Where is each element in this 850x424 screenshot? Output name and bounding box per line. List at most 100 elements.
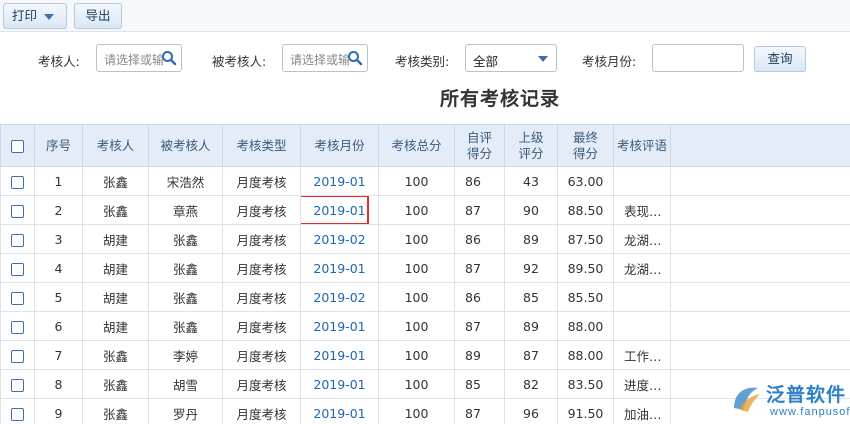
search-icon[interactable] (347, 50, 363, 66)
print-label: 打印 (12, 8, 38, 23)
row-checkbox[interactable] (11, 407, 24, 421)
cell-comment: 龙湖项目这个月打款效果不错，... (613, 224, 671, 254)
type-label: 考核类别: (395, 54, 450, 69)
cell-self-score: 86 (454, 282, 505, 312)
header-seq: 序号 (34, 124, 83, 167)
row-checkbox-cell[interactable] (0, 282, 35, 312)
month-link[interactable]: 2019-01 (313, 319, 365, 334)
cell-self-score: 87 (454, 311, 505, 341)
cell-superior-score: 90 (504, 195, 558, 225)
header-final-score: 最终 得分 (557, 124, 614, 167)
table-row[interactable]: 7张鑫李婷月度考核 2019-01 100898788.00工作完成得不错，季度优秀… (0, 340, 850, 370)
query-button[interactable]: 查询 (754, 46, 806, 72)
table-row[interactable]: 1 张鑫 宋浩然 月度考核 2019-01 100 86 43 63.00 (0, 166, 850, 196)
cell-assessor: 张鑫 (82, 340, 149, 370)
cell-seq: 2 (34, 195, 83, 225)
table-row[interactable]: 3胡建张鑫月度考核 2019-02 100868987.50龙湖项目这个月打款效果不… (0, 224, 850, 254)
table-row[interactable]: 6 胡建 张鑫 月度考核 2019-01 100 87 89 88.00 (0, 311, 850, 341)
cell-total: 100 (378, 398, 455, 424)
select-all-checkbox[interactable] (11, 139, 24, 153)
row-checkbox-cell[interactable] (0, 398, 35, 424)
table-row[interactable]: 4胡建张鑫月度考核 2019-01 100879289.50龙湖项目的款项催促下个月… (0, 253, 850, 283)
month-link[interactable]: 2019-01 (313, 174, 365, 189)
cell-extra (670, 166, 850, 196)
month-link[interactable]: 2019-01 (313, 348, 365, 363)
row-checkbox-cell[interactable] (0, 369, 35, 399)
month-link[interactable]: 2019-01 (301, 196, 370, 224)
cell-self-score: 87 (454, 398, 505, 424)
cell-self-score: 86 (454, 224, 505, 254)
cell-month: 2019-01 (300, 340, 379, 370)
table-row[interactable]: 5 胡建 张鑫 月度考核 2019-02 100 86 85 85.50 (0, 282, 850, 312)
cell-assessor: 胡建 (82, 224, 149, 254)
row-checkbox-cell[interactable] (0, 195, 35, 225)
month-link[interactable]: 2019-01 (313, 406, 365, 421)
cell-type: 月度考核 (222, 311, 301, 341)
cell-total: 100 (378, 311, 455, 341)
cell-total: 100 (378, 195, 455, 225)
row-checkbox-cell[interactable] (0, 166, 35, 196)
row-checkbox-cell[interactable] (0, 224, 35, 254)
cell-extra (670, 195, 850, 225)
select-all-header[interactable] (0, 124, 35, 167)
cell-comment (613, 282, 671, 312)
cell-extra (670, 253, 850, 283)
row-checkbox[interactable] (11, 204, 24, 218)
cell-extra (670, 340, 850, 370)
table-row[interactable]: 2张鑫章燕月度考核2019-01 100879088.50表现不错，继续加油 (0, 195, 850, 225)
search-icon[interactable] (161, 50, 177, 66)
cell-assessee: 李婷 (148, 340, 223, 370)
row-checkbox[interactable] (11, 233, 24, 247)
cell-type: 月度考核 (222, 253, 301, 283)
cell-type: 月度考核 (222, 195, 301, 225)
type-select[interactable]: 全部 (465, 44, 557, 72)
chevron-down-icon (44, 13, 55, 20)
cell-self-score: 85 (454, 369, 505, 399)
row-checkbox-cell[interactable] (0, 253, 35, 283)
cell-type: 月度考核 (222, 166, 301, 196)
row-checkbox[interactable] (11, 175, 24, 189)
row-checkbox[interactable] (11, 349, 24, 363)
type-select-value: 全部 (473, 54, 499, 69)
cell-month: 2019-01 (300, 311, 379, 341)
row-checkbox[interactable] (11, 378, 24, 392)
row-checkbox-cell[interactable] (0, 340, 35, 370)
cell-comment: 工作完成得不错，季度优秀员工... (613, 340, 671, 370)
assessor-placeholder: 请选择或输 (104, 53, 165, 67)
cell-assessee: 宋浩然 (148, 166, 223, 196)
cell-comment: 表现不错，继续加油 (613, 195, 671, 225)
row-checkbox-cell[interactable] (0, 311, 35, 341)
cell-month: 2019-02 (300, 282, 379, 312)
cell-month: 2019-01 (300, 195, 379, 225)
month-link[interactable]: 2019-01 (313, 261, 365, 276)
assessor-label: 考核人: (38, 54, 80, 69)
cell-final-score: 88.00 (557, 311, 614, 341)
month-link[interactable]: 2019-01 (313, 377, 365, 392)
cell-self-score: 89 (454, 340, 505, 370)
assessee-input[interactable]: 请选择或输 (282, 44, 368, 72)
cell-assessor: 胡建 (82, 311, 149, 341)
cell-superior-score: 89 (504, 224, 558, 254)
watermark: 泛普软件 www.fanpusoft.com (714, 374, 850, 424)
cell-superior-score: 92 (504, 253, 558, 283)
header-self-score: 自评 得分 (454, 124, 505, 167)
export-button[interactable]: 导出 (74, 3, 122, 29)
header-self-line1: 自评 (466, 129, 492, 145)
print-button[interactable]: 打印 (3, 3, 67, 29)
header-total: 考核总分 (378, 124, 455, 167)
month-link[interactable]: 2019-02 (313, 290, 365, 305)
cell-final-score: 63.00 (557, 166, 614, 196)
month-input[interactable] (652, 44, 744, 72)
month-link[interactable]: 2019-02 (313, 232, 365, 247)
cell-type: 月度考核 (222, 369, 301, 399)
cell-seq: 9 (34, 398, 83, 424)
cell-superior-score: 89 (504, 311, 558, 341)
header-comment: 考核评语 (613, 124, 671, 167)
assessor-input[interactable]: 请选择或输 (96, 44, 182, 72)
cell-month: 2019-02 (300, 224, 379, 254)
row-checkbox[interactable] (11, 291, 24, 305)
header-month: 考核月份 (300, 124, 379, 167)
cell-self-score: 87 (454, 195, 505, 225)
row-checkbox[interactable] (11, 320, 24, 334)
row-checkbox[interactable] (11, 262, 24, 276)
